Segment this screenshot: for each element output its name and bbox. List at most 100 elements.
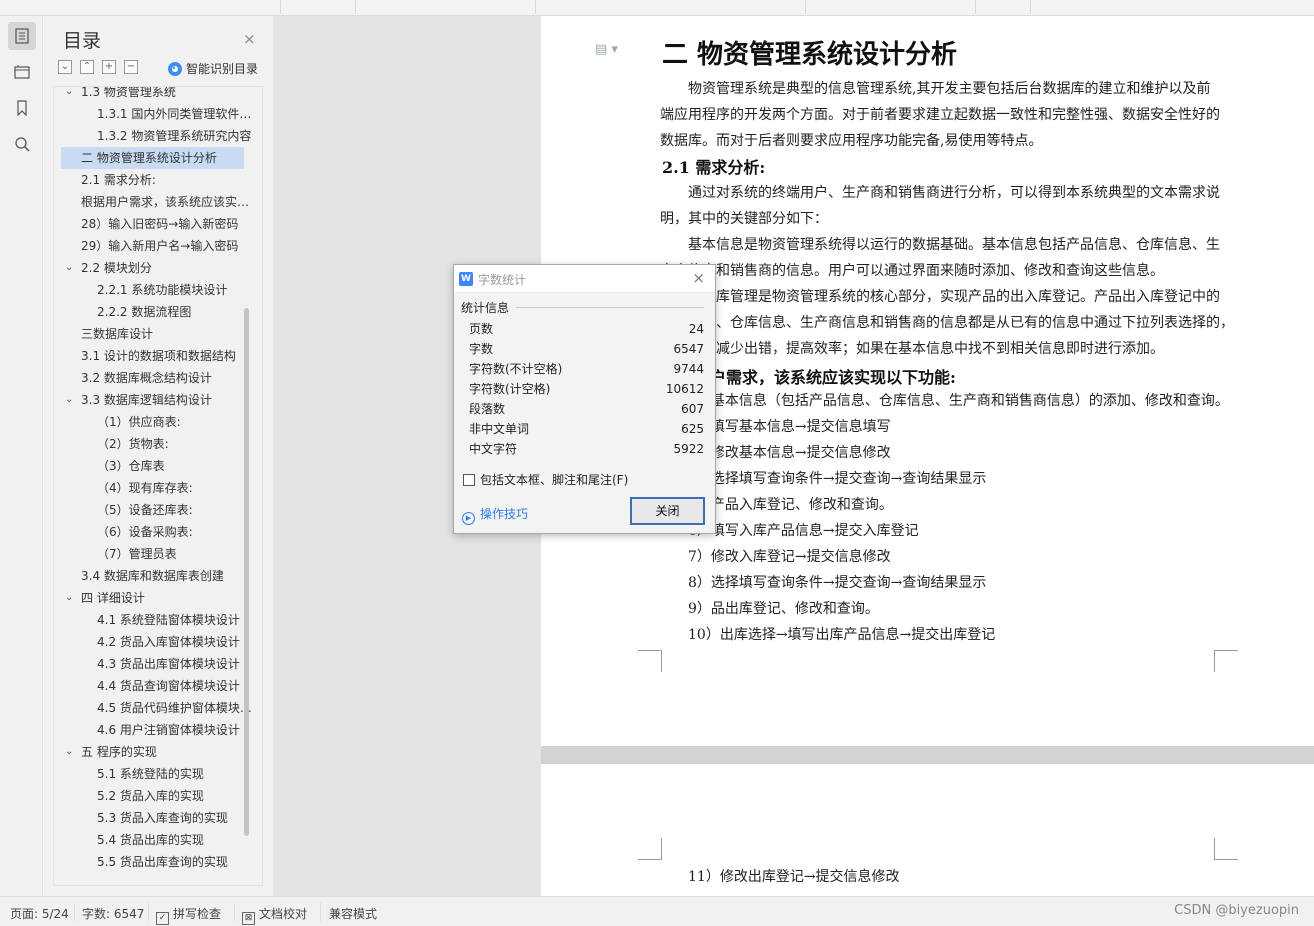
toc-item[interactable]: 根据用户需求，该系统应该实现以下功能 [81,191,260,213]
toolbar-divider [280,0,281,14]
toc-item[interactable]: 5.1 系统登陆的实现 [97,763,260,785]
chevron-down-icon[interactable]: ⌄ [65,257,73,279]
collapse-all-button[interactable]: ⌄ [58,60,72,74]
toc-item[interactable]: 4.2 货品入库窗体模块设计 [97,631,260,653]
doc-line: 出入库管理是物资管理系统的核心部分，实现产品的出入库登记。产品出入库登记中的 [688,289,1220,305]
smart-toc-button[interactable]: ◕ 智能识别目录 [168,60,258,77]
toc-item[interactable]: 28）输入旧密码→输入新密码 [81,213,260,235]
toc-item[interactable]: 3.1 设计的数据项和数据结构 [81,345,260,367]
list-item: 8）选择填写查询条件→提交查询→查询结果显示 [688,575,987,591]
toc-item[interactable]: （6）设备采购表: [97,521,260,543]
stat-value: 24 [688,322,704,336]
remove-heading-button[interactable]: − [124,60,138,74]
list-item: 7）修改入库登记→提交信息修改 [688,549,891,565]
toc-item[interactable]: 4.1 系统登陆窗体模块设计 [97,609,260,631]
add-heading-button[interactable]: + [102,60,116,74]
toc-item[interactable]: （4）现有库存表: [97,477,260,499]
bookmark-icon[interactable] [8,94,36,122]
toc-item[interactable]: 1.3 物资管理系统 [81,87,260,103]
proofread-button[interactable]: ⊠ 文档校对 [242,905,307,925]
toc-item[interactable]: （2）货物表: [97,433,260,455]
toc-item[interactable]: 2.2.2 数据流程图 [97,301,260,323]
dialog-title: 字数统计 [478,273,527,287]
tips-link[interactable]: ▶ 操作技巧 [462,505,528,525]
page-doc-icon[interactable]: ▤ ▾ [595,42,618,57]
stat-row: 字符数(不计空格) 9744 [469,359,704,379]
toc-item[interactable]: 1.3.2 物资管理系统研究内容 [97,125,260,147]
close-button[interactable]: 关闭 [630,497,705,525]
toc-item[interactable]: 2.1 需求分析: [81,169,260,191]
toc-icon[interactable] [8,22,36,50]
toc-item[interactable]: 5.5 货品出库查询的实现 [97,851,260,873]
proof-label: 文档校对 [259,907,308,921]
list-item: 4）选择填写查询条件→提交查询→查询结果显示 [688,471,987,487]
ai-icon: ◕ [168,61,182,76]
word-count-indicator[interactable]: 字数: 6547 [82,905,144,922]
chevron-down-icon[interactable]: ⌄ [65,741,73,763]
toc-item[interactable]: 2.2 模块划分 [81,257,260,279]
toc-item[interactable]: 5.4 货品出库的实现 [97,829,260,851]
toc-item[interactable]: （7）管理员表 [97,543,260,565]
chevron-down-icon[interactable]: ⌄ [65,87,73,103]
toc-item[interactable]: 5.2 货品入库的实现 [97,785,260,807]
include-notes-checkbox[interactable]: 包括文本框、脚注和尾注(F) [463,471,628,488]
page-indicator[interactable]: 页面: 5/24 [10,905,69,922]
toc-list[interactable]: ⌄ 1.3 物资管理系统1.3.1 国内外同类管理软件研究现状1.3.2 物资管理… [53,86,263,886]
proofread-icon: ⊠ [242,912,255,925]
checkbox-box[interactable] [463,474,475,486]
stat-row: 段落数 607 [469,399,704,419]
doc-line: 产品信息、仓库信息、生产商信息和销售商的信息都是从已有的信息中通过下拉列表选择的… [660,315,1234,331]
spell-check-toggle[interactable]: ✓ 拼写检查 [156,905,221,925]
toc-item[interactable]: （3）仓库表 [97,455,260,477]
toc-item[interactable]: 5.3 货品入库查询的实现 [97,807,260,829]
chevron-down-icon[interactable]: ⌄ [65,389,73,411]
stat-value: 625 [681,422,704,436]
checkbox-label: 包括文本框、脚注和尾注(F) [480,473,629,487]
toc-item[interactable]: （1）供应商表: [97,411,260,433]
toc-item[interactable]: 2.2.1 系统功能模块设计 [97,279,260,301]
stat-row: 中文字符 5922 [469,439,704,459]
status-divider [148,903,149,921]
status-bar: 页面: 5/24 字数: 6547 ✓ 拼写检查 ⊠ 文档校对 兼容模式 CSDN … [0,896,1314,926]
chevron-down-icon[interactable]: ⌄ [65,587,73,609]
toc-item[interactable]: 3.2 数据库概念结构设计 [81,367,260,389]
stat-label: 字数 [469,342,494,356]
toc-item[interactable]: 五 程序的实现 [81,741,260,763]
toc-item[interactable]: 二 物资管理系统设计分析 [61,147,244,169]
stat-row: 字符数(计空格) 10612 [469,379,704,399]
toc-item[interactable]: 4.5 货品代码维护窗体模块设计 [97,697,260,719]
toc-item[interactable]: 四 详细设计 [81,587,260,609]
doc-line: 产商信息和销售商的信息。用户可以通过界面来随时添加、修改和查询这些信息。 [660,263,1164,279]
toc-scrollbar[interactable] [244,308,249,836]
stat-label: 中文字符 [469,442,518,456]
page-gap [541,746,1314,764]
toc-tool-buttons: ⌄ ⌃ + − [58,60,138,74]
nav-pane-icon[interactable] [8,58,36,86]
toc-item[interactable]: 1.3.1 国内外同类管理软件研究现状 [97,103,260,125]
toc-item[interactable]: 4.3 货品出库窗体模块设计 [97,653,260,675]
close-icon[interactable]: × [692,269,705,287]
document-page-next[interactable] [541,764,1314,896]
play-icon: ▶ [462,512,475,525]
toolbar-divider [1030,0,1031,14]
stat-label: 段落数 [469,402,506,416]
watermark: CSDN @biyezuopin [1174,903,1299,918]
expand-all-button[interactable]: ⌃ [80,60,94,74]
toc-item[interactable]: 4.6 用户注销窗体模块设计 [97,719,260,741]
toc-item[interactable]: 29）输入新用户名→输入密码 [81,235,260,257]
doc-line: 11）修改出库登记→提交信息修改 [688,869,900,885]
close-icon[interactable]: × [243,30,256,48]
top-toolbar-strip [0,0,1314,16]
toc-item[interactable]: 3.3 数据库逻辑结构设计 [81,389,260,411]
margin-mark [1214,838,1238,860]
search-icon[interactable] [8,130,36,158]
doc-line: 数据库。而对于后者则要求应用程序功能完备,易使用等特点。 [660,133,1043,149]
toc-item[interactable]: 3.4 数据库和数据库表创建 [81,565,260,587]
dialog-titlebar[interactable]: W 字数统计 × [454,265,715,293]
tips-label: 操作技巧 [480,507,529,521]
toc-item[interactable]: （5）设备还库表: [97,499,260,521]
doc-line: 物资管理系统是典型的信息管理系统,其开发主要包括后台数据库的建立和维护以及前 [688,81,1211,97]
toc-item[interactable]: 4.4 货品查询窗体模块设计 [97,675,260,697]
stat-value: 5922 [673,442,704,456]
toc-item[interactable]: 三数据库设计 [81,323,260,345]
